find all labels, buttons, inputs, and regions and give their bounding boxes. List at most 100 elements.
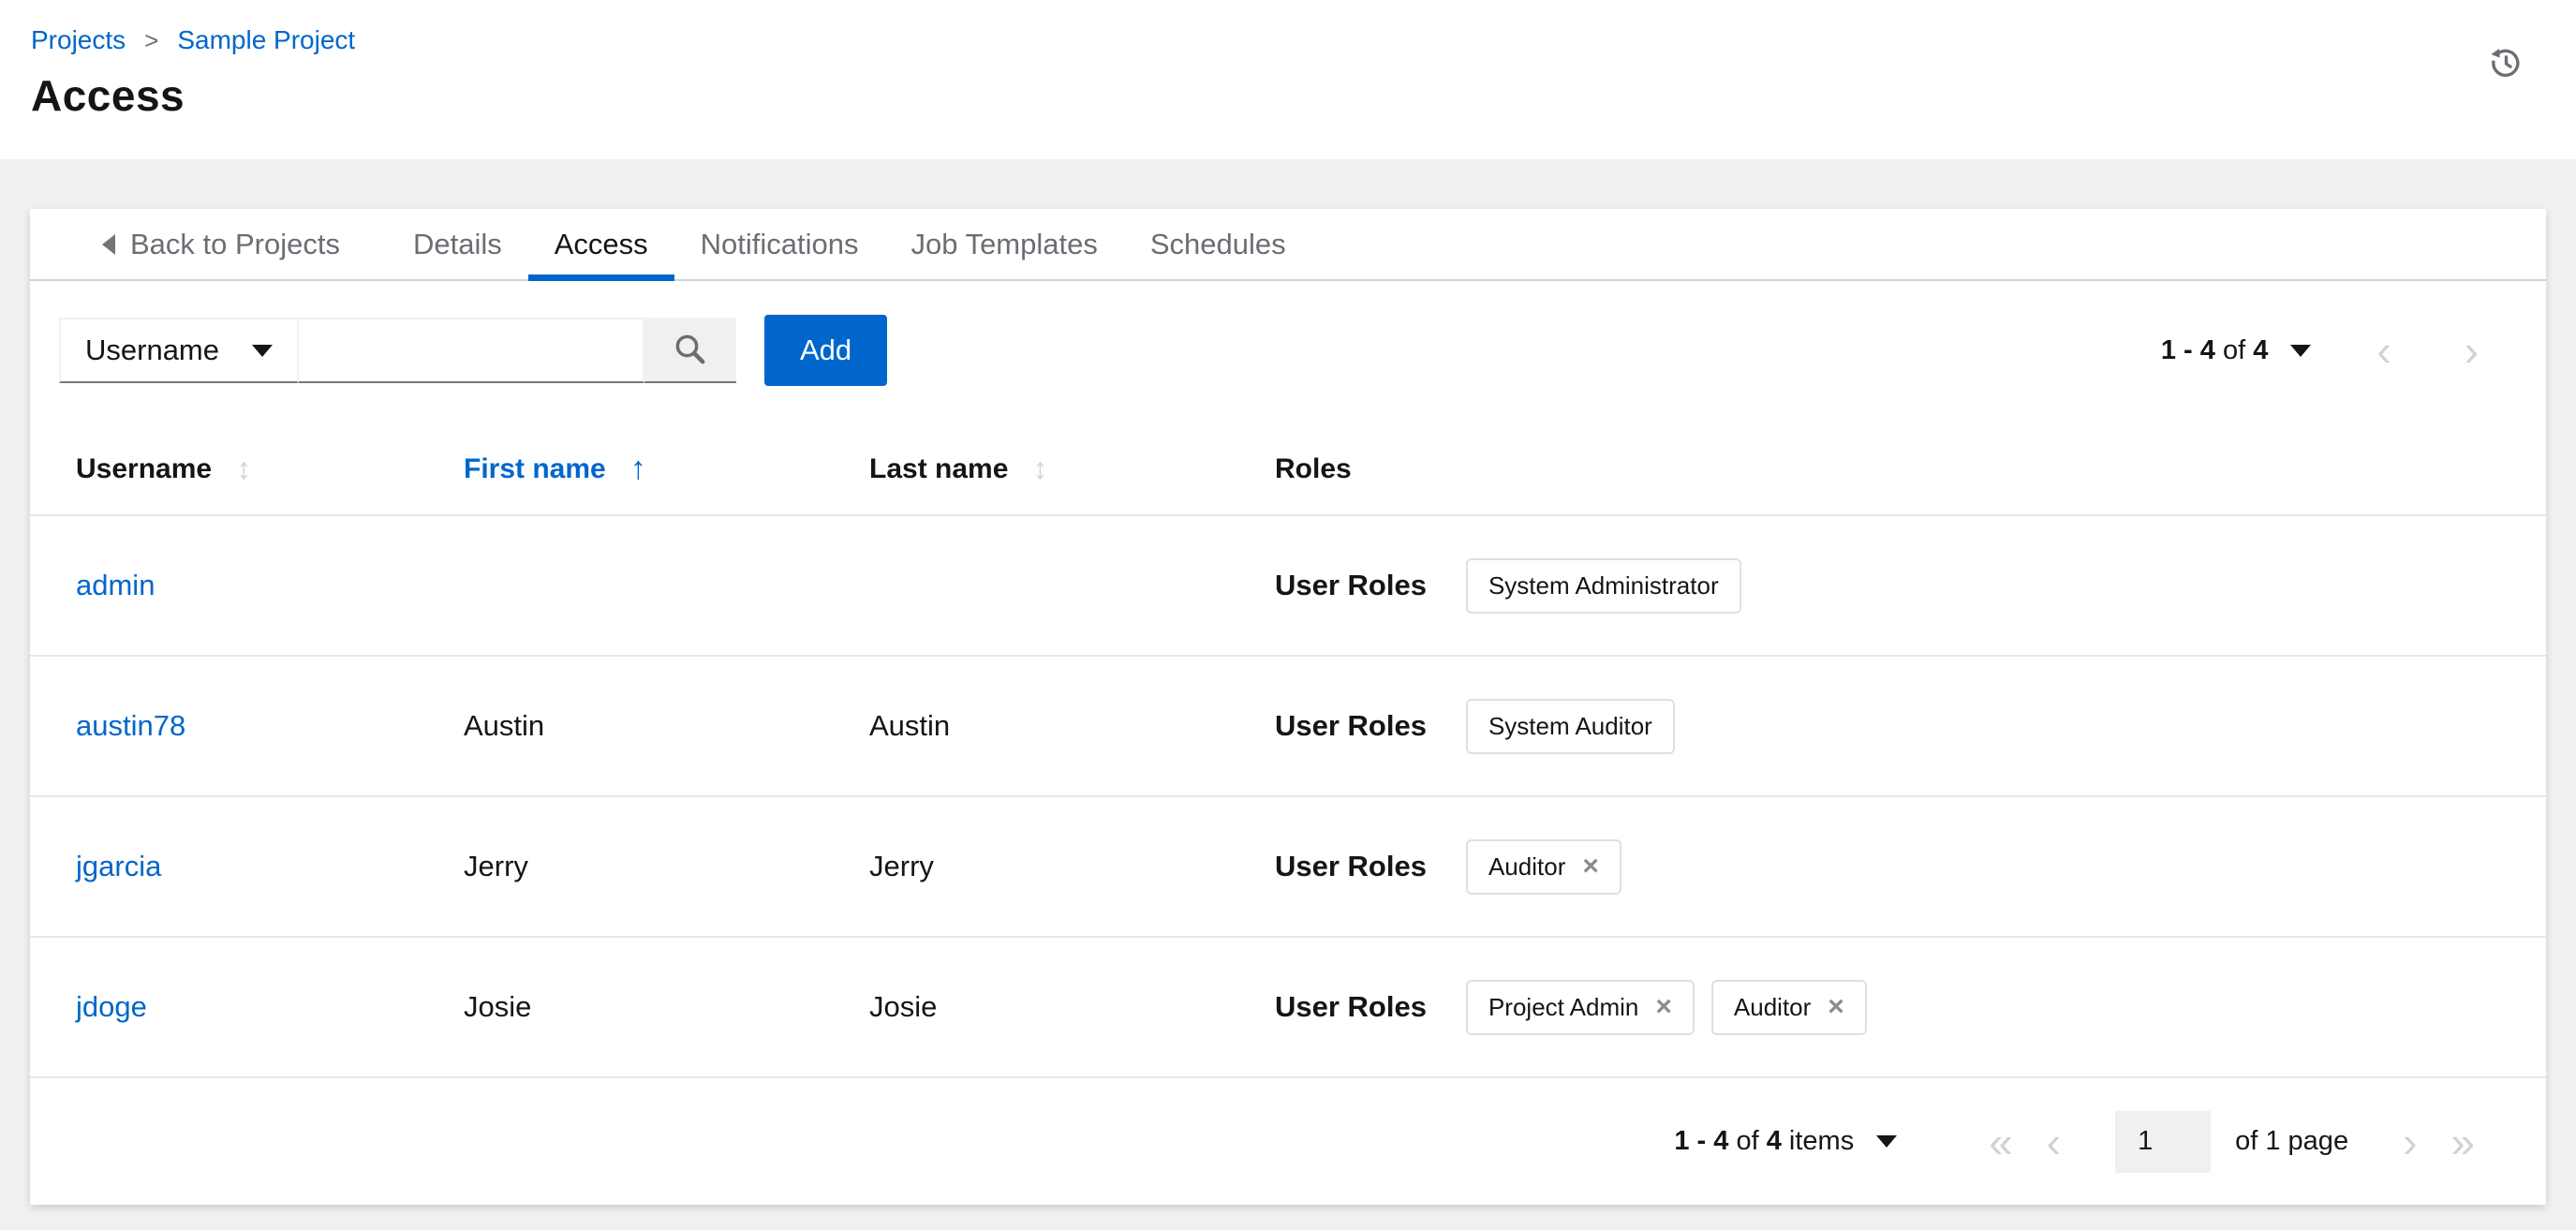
remove-role-button[interactable]: ×: [1655, 993, 1672, 1021]
role-chip-label: System Auditor: [1488, 711, 1652, 740]
search-input[interactable]: [299, 318, 644, 383]
user-roles-label: User Roles: [1275, 709, 1427, 742]
username-link[interactable]: jgarcia: [76, 850, 161, 882]
next-page-button[interactable]: ›: [2451, 329, 2492, 372]
filter-key-select[interactable]: Username: [59, 318, 299, 383]
back-tab-label: Back to Projects: [130, 227, 340, 260]
role-chip: Auditor ×: [1465, 838, 1621, 895]
sort-ascending-icon[interactable]: ↑: [630, 451, 646, 487]
angle-double-left-icon: «: [1989, 1117, 2013, 1166]
remove-role-button[interactable]: ×: [1582, 852, 1599, 881]
column-header-last-name[interactable]: Last name ↕: [869, 452, 1275, 486]
tab-access[interactable]: Access: [527, 209, 674, 281]
next-page-button[interactable]: ›: [2386, 1120, 2434, 1163]
page-count-label: of 1 page: [2235, 1126, 2349, 1156]
history-icon: [2491, 49, 2520, 78]
table-row: austin78 Austin Austin User Roles System…: [30, 655, 2546, 795]
tab-schedules[interactable]: Schedules: [1124, 209, 1312, 279]
last-name-cell: Josie: [869, 990, 938, 1023]
pagination-range: 1 - 4 of 4: [2160, 334, 2269, 365]
role-chip-label: Auditor: [1488, 852, 1566, 881]
close-icon: ×: [1828, 991, 1844, 1022]
role-chip-label: Auditor: [1733, 992, 1812, 1021]
remove-role-button[interactable]: ×: [1828, 993, 1844, 1021]
pagination-top: 1 - 4 of 4 ‹ ›: [2161, 329, 2492, 372]
angle-right-icon: ›: [2464, 326, 2479, 375]
angle-right-icon: ›: [2403, 1117, 2418, 1166]
last-page-button[interactable]: »: [2434, 1120, 2492, 1163]
caret-down-icon: [252, 344, 273, 357]
table-header-row: Username ↕ First name ↑ Last name ↕ Role…: [30, 423, 2546, 514]
tab-job-templates[interactable]: Job Templates: [885, 209, 1124, 279]
angle-double-right-icon: »: [2450, 1117, 2475, 1166]
close-icon: ×: [1655, 991, 1672, 1022]
caret-left-icon: [102, 233, 115, 255]
last-name-cell: Austin: [869, 709, 951, 742]
items-range: 1 - 4 of 4 items: [1674, 1126, 1855, 1156]
items-per-page-select[interactable]: 1 - 4 of 4 items: [1674, 1126, 1898, 1157]
angle-left-icon: ‹: [2376, 326, 2391, 375]
user-roles-label: User Roles: [1275, 569, 1427, 601]
activity-history-button[interactable]: [2486, 43, 2524, 81]
breadcrumb-separator-icon: >: [144, 26, 159, 54]
search-button[interactable]: [644, 318, 736, 383]
add-button[interactable]: Add: [764, 315, 888, 386]
filter-key-label: Username: [85, 333, 219, 366]
prev-page-button[interactable]: ‹: [2363, 329, 2404, 372]
sort-icon[interactable]: ↕: [1032, 452, 1047, 486]
current-page-input[interactable]: [2115, 1110, 2212, 1173]
first-name-cell: Jerry: [464, 850, 528, 882]
user-roles-label: User Roles: [1275, 850, 1427, 882]
sort-icon[interactable]: ↕: [236, 452, 251, 486]
roles-cell: User Roles System Auditor: [1275, 698, 2501, 754]
first-page-button[interactable]: «: [1972, 1120, 2030, 1163]
role-chip: System Auditor: [1465, 698, 1675, 754]
user-roles-label: User Roles: [1275, 990, 1427, 1023]
breadcrumb: Projects > Sample Project: [31, 24, 2524, 55]
role-chips: Auditor ×: [1465, 838, 1621, 895]
column-header-roles: Roles: [1275, 452, 1352, 484]
role-chip: System Administrator: [1465, 557, 1741, 614]
table-row: admin User Roles System Administrator: [30, 514, 2546, 655]
pagination-bottom: 1 - 4 of 4 items « ‹ of 1 page › »: [30, 1076, 2546, 1205]
role-chip-label: Project Admin: [1488, 992, 1639, 1021]
page-nav-group: « ‹ of 1 page › »: [1972, 1110, 2492, 1173]
access-card: Back to Projects Details Access Notifica…: [30, 209, 2546, 1205]
roles-cell: User Roles System Administrator: [1275, 557, 2501, 614]
roles-cell: User Roles Auditor ×: [1275, 838, 2501, 895]
page-title: Access: [31, 71, 185, 120]
role-chip: Auditor ×: [1710, 979, 1867, 1035]
per-page-select[interactable]: 1 - 4 of 4: [2160, 334, 2312, 366]
role-chip-label: System Administrator: [1488, 571, 1719, 600]
close-icon: ×: [1582, 851, 1599, 882]
last-name-cell: Jerry: [869, 850, 934, 882]
username-link[interactable]: jdoge: [76, 990, 147, 1023]
caret-down-icon: [2290, 344, 2312, 357]
angle-left-icon: ‹: [2046, 1117, 2062, 1166]
role-chips: System Administrator: [1465, 557, 1741, 614]
first-name-cell: Josie: [464, 990, 532, 1023]
roles-cell: User Roles Project Admin × Auditor ×: [1275, 979, 2501, 1035]
tabs-bar: Back to Projects Details Access Notifica…: [30, 209, 2546, 281]
table-row: jgarcia Jerry Jerry User Roles Auditor ×: [30, 795, 2546, 936]
column-header-first-name[interactable]: First name ↑: [464, 451, 869, 487]
tab-details[interactable]: Details: [387, 209, 528, 279]
toolbar: Username Add 1 - 4 of 4 ‹ ›: [30, 281, 2546, 423]
table-row: jdoge Josie Josie User Roles Project Adm…: [30, 936, 2546, 1076]
role-chips: System Auditor: [1465, 698, 1675, 754]
prev-page-button[interactable]: ‹: [2030, 1120, 2078, 1163]
tab-notifications[interactable]: Notifications: [674, 209, 885, 279]
breadcrumb-link-projects[interactable]: Projects: [31, 25, 126, 55]
page-header: Projects > Sample Project Access: [0, 0, 2576, 159]
column-header-username[interactable]: Username ↕: [76, 452, 464, 486]
username-link[interactable]: austin78: [76, 709, 185, 742]
search-filter-group: Username: [59, 318, 736, 383]
username-link[interactable]: admin: [76, 569, 155, 601]
role-chips: Project Admin × Auditor ×: [1465, 979, 1867, 1035]
breadcrumb-link-sample-project[interactable]: Sample Project: [177, 25, 355, 55]
tab-back-to-projects[interactable]: Back to Projects: [76, 209, 366, 279]
content-area: Back to Projects Details Access Notifica…: [0, 159, 2576, 1230]
caret-down-icon: [1876, 1135, 1898, 1148]
first-name-cell: Austin: [464, 709, 545, 742]
search-icon: [675, 334, 705, 364]
